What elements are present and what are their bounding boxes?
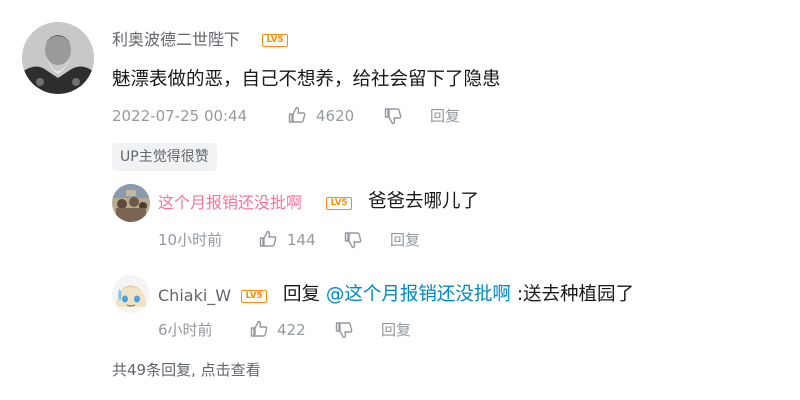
reply-content: 爸爸去哪儿了 (368, 191, 480, 212)
reply-button[interactable]: 回复 (390, 230, 420, 250)
level-badge: LV5 (326, 197, 352, 210)
thumbs-up-icon[interactable] (287, 105, 307, 125)
level-badge: LV5 (241, 290, 267, 303)
reply-content: :送去种植园了 (516, 284, 635, 305)
thumbs-up-icon[interactable] (249, 319, 269, 339)
avatar[interactable] (22, 22, 94, 94)
reply-username[interactable]: 这个月报销还没批啊 (158, 193, 302, 213)
thumbs-down-icon[interactable] (383, 106, 403, 126)
thumbs-down-icon[interactable] (334, 320, 354, 340)
reply-prefix: 回复 (283, 284, 321, 305)
level-badge: LV5 (262, 34, 288, 47)
reply-username[interactable]: Chiaki_W (158, 286, 231, 306)
reply-avatar-image (112, 184, 150, 222)
up-liked-badge: UP主觉得很赞 (112, 143, 217, 171)
reply-avatar[interactable] (112, 184, 150, 222)
thumbs-down-icon[interactable] (343, 230, 363, 250)
reply-time: 10小时前 (158, 231, 223, 249)
reply-content-line: 回复 @这个月报销还没批啊 :送去种植园了 (283, 283, 634, 307)
reply-time: 6小时前 (158, 321, 213, 339)
like-count: 422 (277, 321, 306, 339)
like-count: 4620 (316, 107, 355, 125)
avatar-image (22, 22, 94, 94)
reply-avatar-image (112, 275, 150, 313)
reply-button[interactable]: 回复 (430, 106, 460, 126)
comment-username[interactable]: 利奥波德二世陛下 (112, 30, 240, 50)
like-count: 144 (287, 231, 316, 249)
mention-link[interactable]: @这个月报销还没批啊 (326, 284, 511, 305)
reply-avatar[interactable] (112, 275, 150, 313)
view-more-replies[interactable]: 共49条回复, 点击查看 (112, 360, 261, 380)
reply-button[interactable]: 回复 (381, 320, 411, 340)
comment-content: 魅漂表做的恶，自己不想养，给社会留下了隐患 (112, 69, 501, 90)
comment-time: 2022-07-25 00:44 (112, 107, 248, 125)
thumbs-up-icon[interactable] (258, 229, 278, 249)
